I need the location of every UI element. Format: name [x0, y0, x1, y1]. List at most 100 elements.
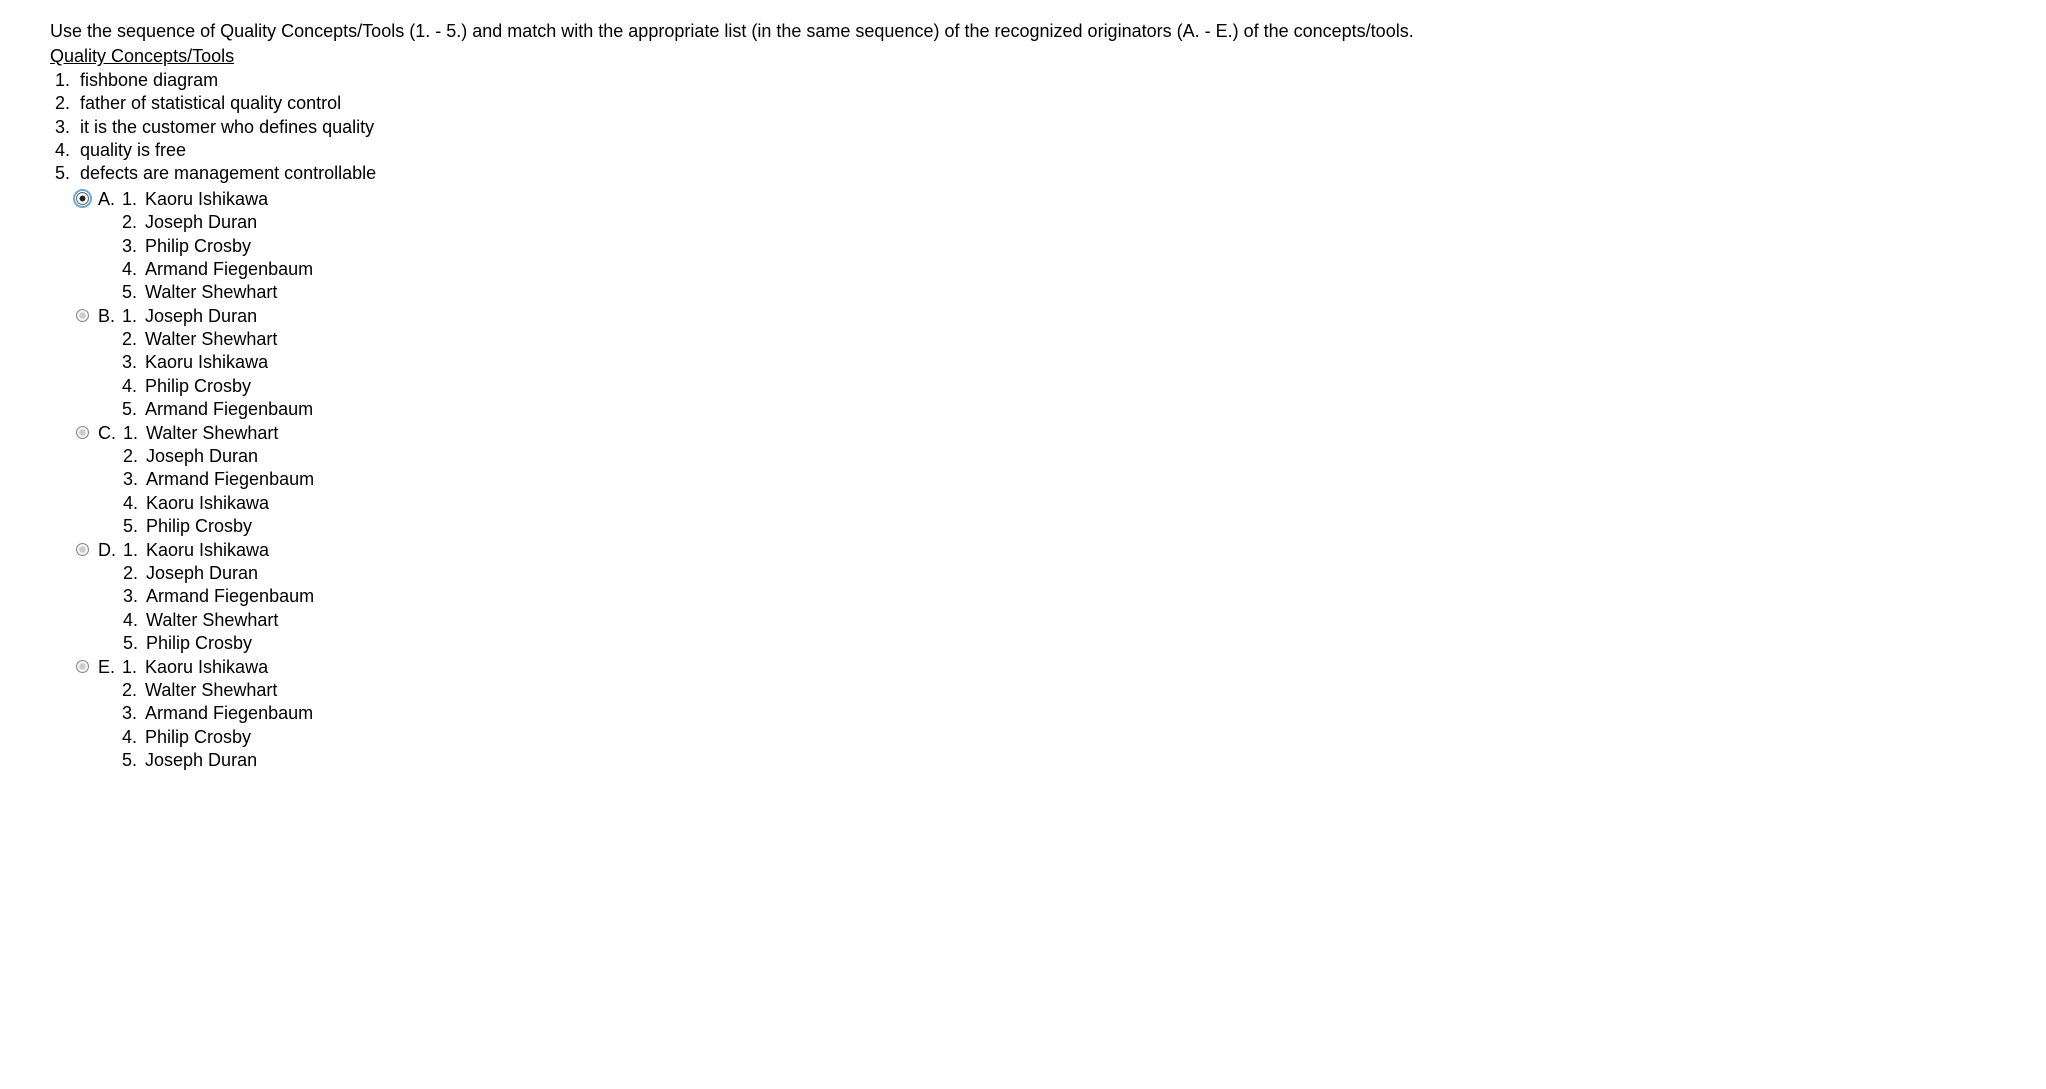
answer-option[interactable]: D.1.Kaoru Ishikawa2.Joseph Duran3.Armand…: [70, 539, 1996, 656]
option-item-number: 5.: [117, 749, 139, 772]
option-letter: E.: [94, 656, 117, 773]
option-items: 1.Kaoru Ishikawa2.Joseph Duran3.Armand F…: [118, 539, 314, 656]
option-item-text: Kaoru Ishikawa: [140, 539, 269, 562]
option-item-text: Joseph Duran: [139, 749, 257, 772]
option-item-text: Walter Shewhart: [139, 281, 277, 304]
radio-wrap: [70, 656, 94, 673]
concept-number: 1.: [50, 69, 75, 92]
radio-wrap: [70, 422, 94, 439]
radio-icon[interactable]: [76, 543, 89, 556]
answer-option[interactable]: C.1.Walter Shewhart2.Joseph Duran3.Arman…: [70, 422, 1996, 539]
option-item-number: 2.: [117, 211, 139, 234]
option-item-number: 1.: [117, 188, 139, 211]
option-item-text: Walter Shewhart: [139, 679, 277, 702]
radio-wrap: [70, 188, 94, 205]
option-item-row: 1.Walter Shewhart: [118, 422, 314, 445]
option-item-number: 1.: [118, 539, 140, 562]
option-item-row: 2.Joseph Duran: [118, 562, 314, 585]
radio-icon[interactable]: [76, 426, 89, 439]
radio-icon[interactable]: [76, 192, 89, 205]
option-item-number: 4.: [117, 375, 139, 398]
option-item-row: 3.Philip Crosby: [117, 235, 313, 258]
option-items: 1.Walter Shewhart2.Joseph Duran3.Armand …: [118, 422, 314, 539]
option-letter: A.: [94, 188, 117, 305]
concept-text: quality is free: [75, 139, 186, 162]
option-item-text: Philip Crosby: [139, 235, 251, 258]
option-item-number: 5.: [117, 281, 139, 304]
option-item-row: 5.Philip Crosby: [118, 632, 314, 655]
option-item-text: Kaoru Ishikawa: [139, 656, 268, 679]
option-body: D.1.Kaoru Ishikawa2.Joseph Duran3.Armand…: [94, 539, 314, 656]
concept-row: 5.defects are management controllable: [50, 162, 1996, 185]
option-item-text: Joseph Duran: [139, 305, 257, 328]
answer-options: A.1.Kaoru Ishikawa2.Joseph Duran3.Philip…: [70, 188, 1996, 773]
option-item-text: Kaoru Ishikawa: [140, 492, 269, 515]
option-item-row: 5.Armand Fiegenbaum: [117, 398, 313, 421]
radio-wrap: [70, 539, 94, 556]
concepts-list: 1.fishbone diagram2.father of statistica…: [50, 69, 1996, 186]
option-item-row: 4.Kaoru Ishikawa: [118, 492, 314, 515]
concept-number: 4.: [50, 139, 75, 162]
option-item-row: 3.Armand Fiegenbaum: [118, 585, 314, 608]
option-item-text: Philip Crosby: [140, 632, 252, 655]
option-body: E.1.Kaoru Ishikawa2.Walter Shewhart3.Arm…: [94, 656, 313, 773]
option-item-number: 4.: [118, 492, 140, 515]
option-item-number: 3.: [117, 702, 139, 725]
option-item-row: 3.Armand Fiegenbaum: [118, 468, 314, 491]
option-item-number: 4.: [117, 258, 139, 281]
option-item-text: Armand Fiegenbaum: [139, 398, 313, 421]
option-item-number: 3.: [117, 235, 139, 258]
option-item-number: 3.: [118, 468, 140, 491]
option-item-row: 4.Philip Crosby: [117, 375, 313, 398]
option-item-text: Walter Shewhart: [139, 328, 277, 351]
question-container: Use the sequence of Quality Concepts/Too…: [50, 20, 1996, 773]
option-item-number: 1.: [117, 305, 139, 328]
concept-row: 2.father of statistical quality control: [50, 92, 1996, 115]
option-item-text: Joseph Duran: [140, 562, 258, 585]
option-letter: B.: [94, 305, 117, 422]
option-letter: C.: [94, 422, 118, 539]
option-body: B.1.Joseph Duran2.Walter Shewhart3.Kaoru…: [94, 305, 313, 422]
concepts-heading: Quality Concepts/Tools: [50, 45, 1996, 68]
option-item-text: Joseph Duran: [140, 445, 258, 468]
option-item-number: 3.: [117, 351, 139, 374]
radio-wrap: [70, 305, 94, 322]
option-item-row: 4.Armand Fiegenbaum: [117, 258, 313, 281]
option-body: A.1.Kaoru Ishikawa2.Joseph Duran3.Philip…: [94, 188, 313, 305]
option-item-row: 3.Kaoru Ishikawa: [117, 351, 313, 374]
option-letter: D.: [94, 539, 118, 656]
option-item-text: Walter Shewhart: [140, 609, 278, 632]
concept-row: 1.fishbone diagram: [50, 69, 1996, 92]
option-item-text: Armand Fiegenbaum: [140, 468, 314, 491]
option-item-number: 2.: [117, 679, 139, 702]
option-item-row: 4.Walter Shewhart: [118, 609, 314, 632]
concept-row: 3.it is the customer who defines quality: [50, 116, 1996, 139]
option-item-number: 1.: [117, 656, 139, 679]
option-body: C.1.Walter Shewhart2.Joseph Duran3.Arman…: [94, 422, 314, 539]
option-item-text: Philip Crosby: [139, 726, 251, 749]
option-items: 1.Joseph Duran2.Walter Shewhart3.Kaoru I…: [117, 305, 313, 422]
option-item-text: Armand Fiegenbaum: [140, 585, 314, 608]
concept-number: 2.: [50, 92, 75, 115]
option-item-text: Joseph Duran: [139, 211, 257, 234]
option-item-number: 1.: [118, 422, 140, 445]
answer-option[interactable]: E.1.Kaoru Ishikawa2.Walter Shewhart3.Arm…: [70, 656, 1996, 773]
option-item-row: 1.Kaoru Ishikawa: [117, 188, 313, 211]
option-item-row: 2.Walter Shewhart: [117, 679, 313, 702]
option-item-text: Walter Shewhart: [140, 422, 278, 445]
radio-icon[interactable]: [76, 309, 89, 322]
option-item-text: Armand Fiegenbaum: [139, 258, 313, 281]
radio-icon[interactable]: [76, 660, 89, 673]
option-item-row: 1.Kaoru Ishikawa: [117, 656, 313, 679]
answer-option[interactable]: A.1.Kaoru Ishikawa2.Joseph Duran3.Philip…: [70, 188, 1996, 305]
option-item-row: 2.Walter Shewhart: [117, 328, 313, 351]
option-item-row: 2.Joseph Duran: [117, 211, 313, 234]
option-item-text: Philip Crosby: [140, 515, 252, 538]
answer-option[interactable]: B.1.Joseph Duran2.Walter Shewhart3.Kaoru…: [70, 305, 1996, 422]
question-intro: Use the sequence of Quality Concepts/Too…: [50, 20, 1996, 43]
concept-text: father of statistical quality control: [75, 92, 341, 115]
option-item-number: 5.: [118, 632, 140, 655]
option-item-text: Kaoru Ishikawa: [139, 188, 268, 211]
option-items: 1.Kaoru Ishikawa2.Joseph Duran3.Philip C…: [117, 188, 313, 305]
option-item-number: 2.: [118, 562, 140, 585]
